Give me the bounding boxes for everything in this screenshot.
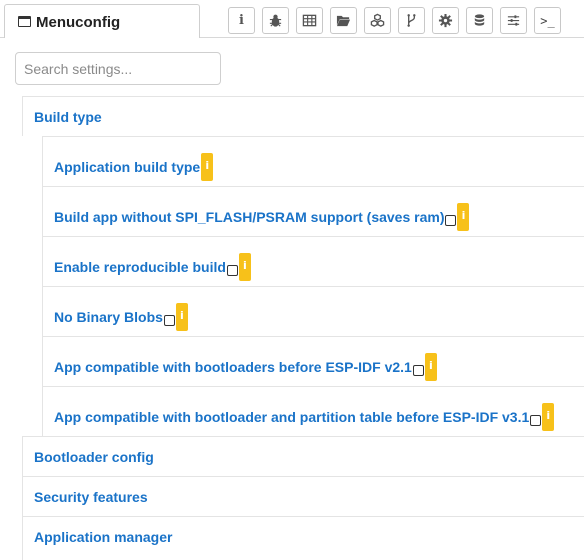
setting-reproducible-build[interactable]: Enable reproducible build i: [42, 236, 584, 286]
setting-label: Enable reproducible build: [54, 259, 226, 275]
search-input[interactable]: [15, 52, 221, 85]
tab-bar: Menuconfig i >_: [0, 0, 584, 38]
database-button[interactable]: [466, 7, 493, 34]
cubes-icon: [370, 13, 385, 27]
folder-open-icon: [336, 15, 351, 27]
setting-checkbox[interactable]: [530, 414, 542, 426]
sliders-icon: [507, 15, 520, 26]
table-button[interactable]: [296, 7, 323, 34]
section-bootloader-config[interactable]: Bootloader config: [22, 436, 584, 476]
setting-build-without-spi-flash[interactable]: Build app without SPI_FLASH/PSRAM suppor…: [42, 186, 584, 236]
setting-label: No Binary Blobs: [54, 309, 163, 325]
section-build-type[interactable]: Build type: [22, 96, 584, 136]
setting-label: App compatible with bootloader and parti…: [54, 409, 530, 425]
info-badge-icon[interactable]: i: [175, 303, 188, 331]
tab-menuconfig[interactable]: Menuconfig: [4, 4, 200, 38]
section-security-features[interactable]: Security features: [22, 476, 584, 516]
gear-icon: [438, 13, 453, 28]
section-label-build-type: Build type: [34, 108, 102, 125]
bug-icon: [269, 14, 282, 27]
section-label-bootloader-config: Bootloader config: [34, 448, 154, 465]
info-badge-icon[interactable]: i: [542, 403, 555, 431]
table-icon: [302, 14, 317, 27]
setting-compat-partition-table-v3-1[interactable]: App compatible with bootloader and parti…: [42, 386, 584, 436]
setting-checkbox[interactable]: [163, 314, 175, 326]
setting-checkbox[interactable]: [412, 364, 424, 376]
info-badge-icon[interactable]: i: [238, 253, 251, 281]
window-icon: [18, 16, 31, 27]
setting-compat-bootloaders-v2-1[interactable]: App compatible with bootloaders before E…: [42, 336, 584, 386]
database-icon: [474, 14, 485, 26]
branch-icon: [407, 14, 416, 27]
section-label-application-manager: Application manager: [34, 529, 173, 545]
info-button[interactable]: i: [228, 7, 255, 34]
setting-label: Application build type: [54, 159, 201, 175]
info-badge-icon[interactable]: i: [201, 153, 214, 181]
debug-button[interactable]: [262, 7, 289, 34]
sliders-button[interactable]: [500, 7, 527, 34]
info-badge-icon[interactable]: i: [424, 353, 437, 381]
setting-label: App compatible with bootloaders before E…: [54, 359, 412, 375]
terminal-button[interactable]: >_: [534, 7, 561, 34]
info-icon: i: [239, 13, 244, 28]
components-button[interactable]: [364, 7, 391, 34]
setting-label: Build app without SPI_FLASH/PSRAM suppor…: [54, 209, 445, 225]
section-label-security-features: Security features: [34, 488, 148, 505]
setting-checkbox[interactable]: [445, 214, 457, 226]
settings-button[interactable]: [432, 7, 459, 34]
tab-label: Menuconfig: [36, 14, 121, 31]
branch-button[interactable]: [398, 7, 425, 34]
folder-button[interactable]: [330, 7, 357, 34]
terminal-icon: >_: [540, 13, 555, 28]
info-badge-icon[interactable]: i: [457, 203, 470, 231]
setting-no-binary-blobs[interactable]: No Binary Blobs i: [42, 286, 584, 336]
setting-checkbox[interactable]: [226, 264, 238, 276]
section-application-manager[interactable]: Application manager: [22, 516, 584, 560]
setting-application-build-type[interactable]: Application build type i: [42, 136, 584, 186]
